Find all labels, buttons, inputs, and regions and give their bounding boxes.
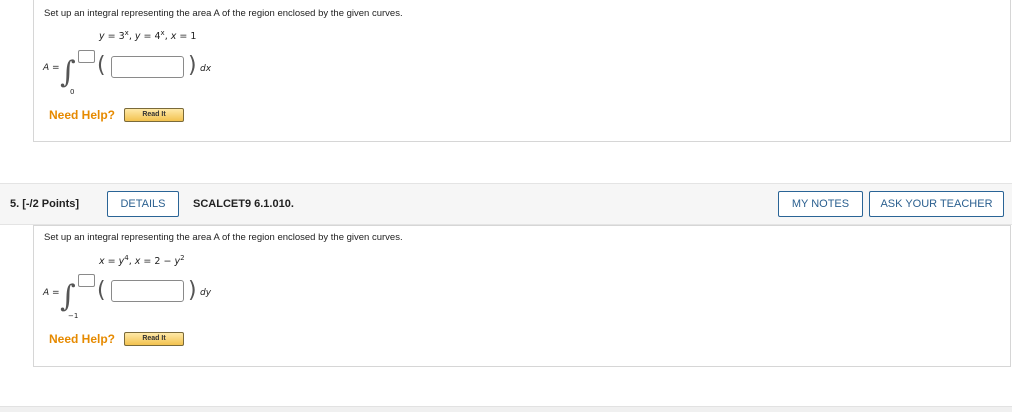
read-it-button[interactable]: Read It [124, 108, 184, 122]
upper-limit-input[interactable] [78, 274, 95, 287]
problem-5-statement: Set up an integral representing the area… [44, 232, 403, 243]
upper-limit-input[interactable] [78, 50, 95, 63]
left-paren-icon: ( [97, 53, 106, 78]
eq-part: = 2 − [140, 256, 175, 267]
problem-4-statement: Set up an integral representing the area… [44, 8, 403, 19]
eq-part: = 3 [104, 31, 125, 42]
eq-part: = 1 [176, 31, 197, 42]
area-label: A = [43, 63, 60, 73]
lower-limit: 0 [70, 88, 75, 96]
right-paren-icon: ) [188, 278, 197, 303]
need-help-label: Need Help? [49, 332, 116, 346]
problem-5-equations: x = y4, x = 2 − y2 [99, 254, 185, 267]
lower-limit: −1 [68, 312, 79, 320]
differential-label: dy [200, 288, 212, 298]
read-it-button[interactable]: Read It [124, 332, 184, 346]
question-number: 5. [-/2 Points] [10, 198, 80, 210]
right-paren-icon: ) [188, 53, 197, 78]
integral-icon: ∫ [60, 279, 76, 314]
need-help-label: Need Help? [49, 108, 116, 122]
problem-4-equations: y = 3x, y = 4x, x = 1 [99, 29, 197, 42]
area-label: A = [43, 288, 60, 298]
integrand-input[interactable] [111, 280, 184, 302]
integrand-input[interactable] [111, 56, 184, 78]
eq-exponent: x [160, 29, 165, 37]
my-notes-button[interactable]: MY NOTES [778, 191, 863, 217]
left-paren-icon: ( [97, 278, 106, 303]
next-question-divider [0, 406, 1012, 412]
eq-part: = [104, 256, 119, 267]
eq-exponent: 2 [180, 254, 185, 262]
details-button[interactable]: DETAILS [107, 191, 179, 217]
integral-icon: ∫ [60, 55, 76, 90]
eq-exponent: 4 [124, 254, 129, 262]
ask-your-teacher-button[interactable]: ASK YOUR TEACHER [869, 191, 1004, 217]
eq-part: = 4 [140, 31, 161, 42]
differential-label: dx [200, 64, 212, 74]
eq-exponent: x [124, 29, 129, 37]
question-code: SCALCET9 6.1.010. [193, 198, 294, 210]
